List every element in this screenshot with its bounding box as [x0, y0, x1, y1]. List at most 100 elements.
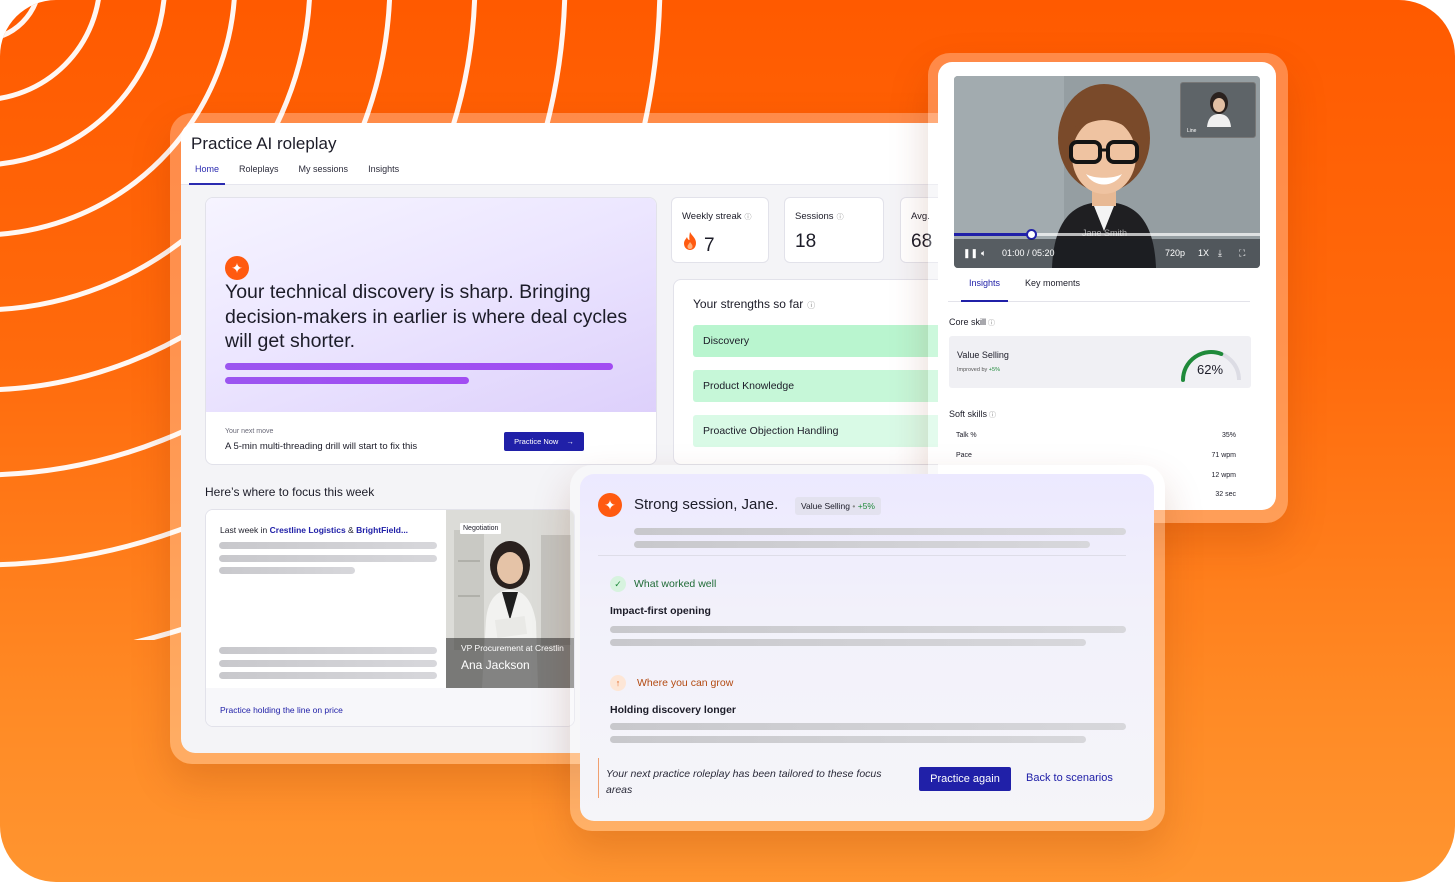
fullscreen-icon[interactable]: ⛶ [1239, 248, 1245, 259]
worked-well-heading: What worked well [634, 578, 717, 590]
practice-now-label: Practice Now [514, 437, 559, 446]
grow-item: Holding discovery longer [610, 704, 737, 716]
persona-name: Ana Jackson [461, 658, 530, 672]
info-icon: ⓘ [836, 214, 844, 221]
speed-selector[interactable]: 1X [1198, 248, 1209, 258]
loading-bar [225, 377, 469, 384]
insight-hero: ✦ Your technical discovery is sharp. Bri… [206, 198, 656, 412]
tab-roleplays[interactable]: Roleplays [233, 163, 285, 185]
back-to-scenarios-link[interactable]: Back to scenarios [1026, 772, 1113, 784]
sparkle-icon: ✦ [225, 256, 249, 280]
soft-skill-name: Pace [956, 452, 972, 459]
placeholder-line [219, 660, 437, 667]
info-icon: ⓘ [989, 412, 997, 419]
tailored-note: Your next practice roleplay has been tai… [606, 768, 882, 796]
tab-home[interactable]: Home [189, 163, 226, 185]
info-icon: ⓘ [807, 301, 816, 310]
scenario-tag: Negotiation [460, 523, 502, 534]
soft-skill-row: Talk % 35% [956, 432, 1236, 439]
tab-insights[interactable]: Insights [362, 163, 405, 185]
last-week-text: Last week in Crestline Logistics & Brigh… [220, 525, 409, 535]
stat-value: 7 [704, 235, 715, 256]
stat-label: Weekly streak [682, 211, 742, 222]
stat-sessions: Sessions ⓘ 18 [784, 197, 884, 263]
info-icon: ⓘ [744, 214, 752, 221]
soft-skill-value: 71 wpm [1211, 452, 1236, 459]
session-review-window: Line Jane Smith ❚❚ 🔈︎ 01:00 / 05:20 720p… [938, 62, 1276, 510]
tab-my-sessions[interactable]: My sessions [293, 163, 355, 185]
core-skill-card: Value Selling Improved by +5% 62% [949, 336, 1251, 388]
skill-chip: Value Selling • +5% [795, 497, 881, 515]
practice-again-button[interactable]: Practice again [919, 767, 1011, 791]
placeholder-line [610, 626, 1126, 633]
core-skill-name: Value Selling [957, 350, 1009, 360]
placeholder-line [634, 528, 1126, 535]
placeholder-line [219, 567, 355, 574]
note-accent [598, 758, 602, 798]
video-progress[interactable] [954, 229, 1260, 240]
loading-bar [225, 363, 613, 370]
core-skill-label: Core skill [949, 317, 987, 327]
strengths-panel: Your strengths so far ⓘ Discovery Product… [673, 279, 951, 465]
strength-item: Discovery [693, 325, 951, 357]
video-player[interactable]: Line Jane Smith ❚❚ 🔈︎ 01:00 / 05:20 720p… [954, 76, 1260, 268]
session-feedback-window: ✦ Strong session, Jane. Value Selling • … [580, 474, 1154, 821]
stat-weekly-streak: Weekly streak ⓘ 7 [671, 197, 769, 263]
placeholder-line [610, 723, 1126, 730]
focus-summary: Last week in Crestline Logistics & Brigh… [206, 510, 446, 688]
progress-fill [954, 233, 1031, 236]
insight-message: Your technical discovery is sharp. Bring… [225, 281, 628, 352]
placeholder-line [634, 541, 1090, 548]
stat-label: Sessions [795, 211, 834, 222]
video-time: 01:00 / 05:20 [1002, 248, 1055, 258]
strength-item: Product Knowledge [693, 370, 951, 402]
persona-photo: Negotiation VP Procurement at Crestlin A… [446, 510, 574, 688]
worked-well-item: Impact-first opening [610, 605, 711, 617]
placeholder-line [219, 672, 437, 679]
stat-value: 18 [795, 231, 817, 252]
soft-skill-name: Talk % [956, 432, 977, 439]
tab-insights[interactable]: Insights [961, 278, 1009, 302]
persona-role: VP Procurement at Crestlin [461, 643, 564, 653]
focus-card[interactable]: Last week in Crestline Logistics & Brigh… [205, 509, 575, 727]
next-move-label: Your next move [225, 428, 274, 435]
pip-label: Line [1187, 128, 1197, 134]
self-view-thumbnail[interactable]: Line [1180, 82, 1256, 138]
placeholder-line [219, 542, 437, 549]
arrow-right-icon: → [566, 437, 574, 446]
arrow-up-icon: ↑ [610, 675, 626, 691]
soft-skills-label: Soft skills [949, 409, 988, 419]
placeholder-line [219, 555, 437, 562]
insight-card: ✦ Your technical discovery is sharp. Bri… [205, 197, 657, 465]
page-title: Practice AI roleplay [191, 134, 337, 153]
nav-tabs: Home Roleplays My sessions Insights [189, 163, 413, 185]
soft-skill-value: 12 wpm [1211, 472, 1236, 479]
soft-skill-value: 35% [1221, 432, 1236, 439]
pause-icon[interactable]: ❚❚ [963, 248, 978, 259]
strengths-title: Your strengths so far [693, 297, 804, 311]
soft-skill-value: 32 sec [1215, 491, 1236, 498]
download-icon[interactable]: ⤓ [1218, 248, 1222, 259]
placeholder-line [610, 639, 1086, 646]
flame-icon [684, 232, 696, 250]
tab-key-moments[interactable]: Key moments [1017, 278, 1088, 302]
placeholder-line [219, 647, 437, 654]
divider [598, 555, 1126, 556]
review-tabs: Insights Key moments [948, 278, 1250, 302]
next-move-text: A 5-min multi-threading drill will start… [225, 441, 418, 452]
core-skill-improvement: Improved by +5% [957, 367, 1000, 373]
strength-item: Proactive Objection Handling [693, 415, 951, 447]
quality-selector[interactable]: 720p [1165, 248, 1185, 258]
volume-icon[interactable]: 🔈︎ [981, 248, 986, 259]
practice-price-link[interactable]: Practice holding the line on price [220, 705, 343, 715]
video-controls: ❚❚ 🔈︎ 01:00 / 05:20 720p 1X ⤓ ⛶ [954, 239, 1260, 268]
check-icon: ✓ [610, 576, 626, 592]
placeholder-line [610, 736, 1086, 743]
session-title: Strong session, Jane. [634, 496, 779, 513]
info-icon: ⓘ [988, 320, 996, 327]
practice-now-button[interactable]: Practice Now → [504, 432, 584, 451]
focus-title: Here’s where to focus this week [205, 485, 375, 499]
sparkle-icon: ✦ [598, 493, 622, 517]
core-skill-percent: 62% [1197, 362, 1224, 377]
dashboard-header: Practice AI roleplay Home Roleplays My s… [181, 123, 951, 185]
